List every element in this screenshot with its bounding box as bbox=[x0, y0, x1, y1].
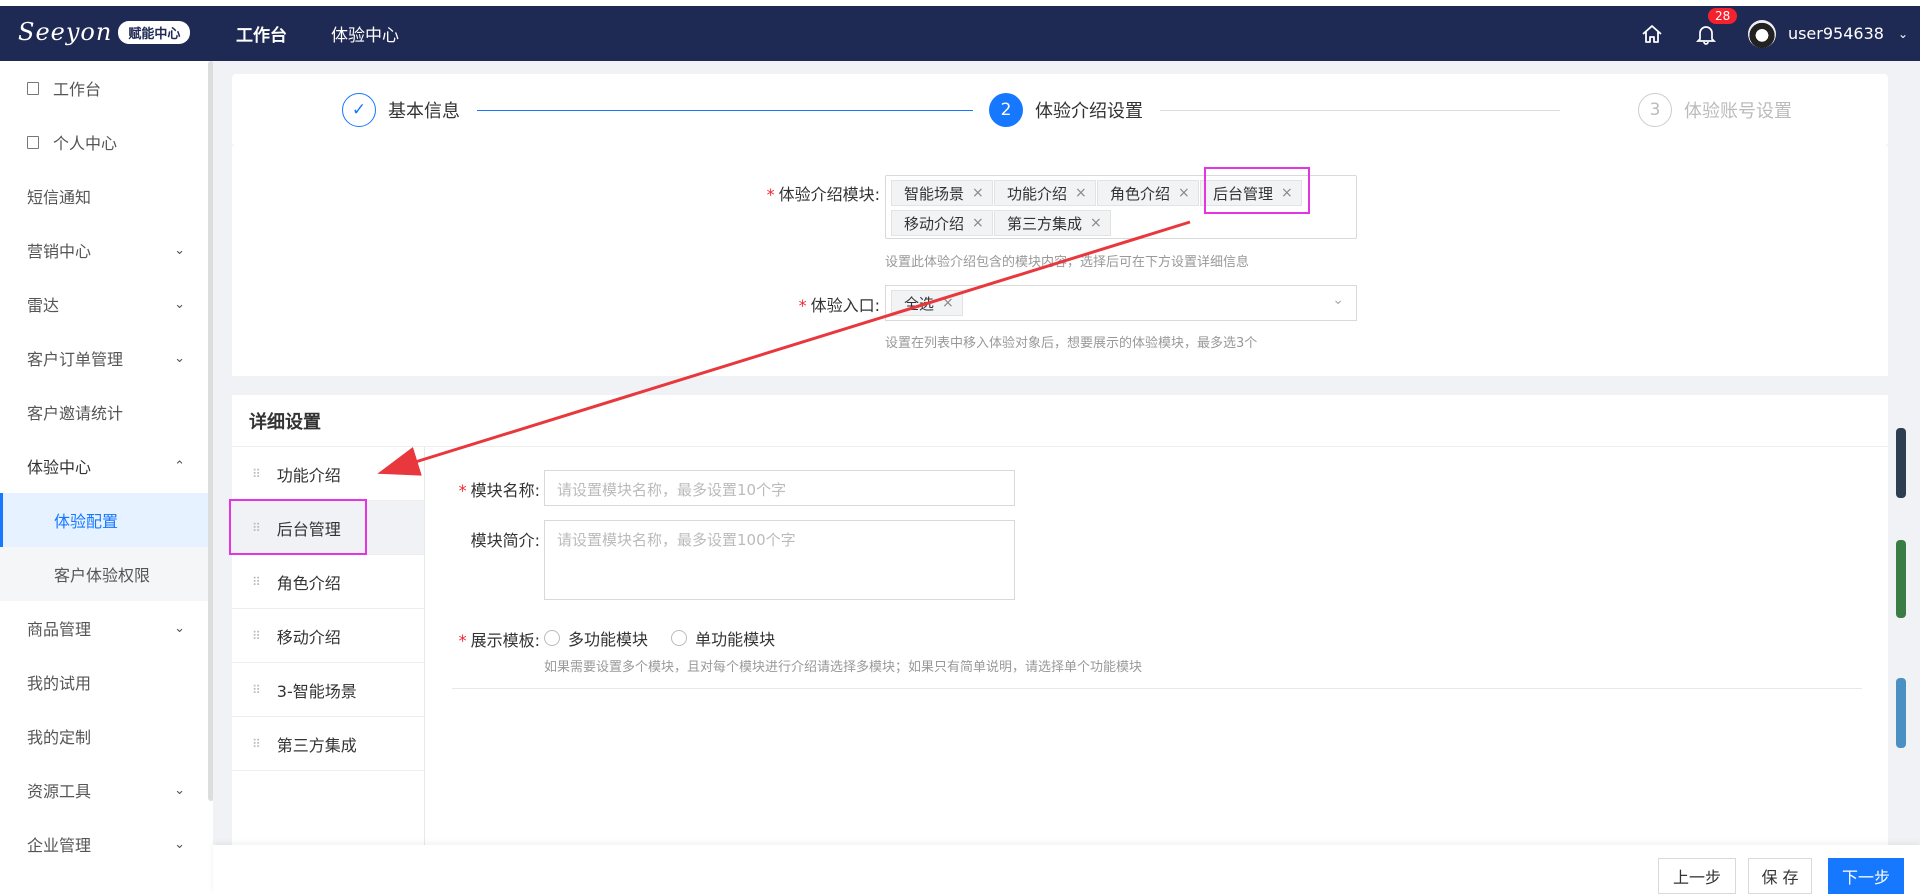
arrow-line bbox=[377, 220, 1191, 476]
annotation-arrow bbox=[377, 220, 1191, 476]
